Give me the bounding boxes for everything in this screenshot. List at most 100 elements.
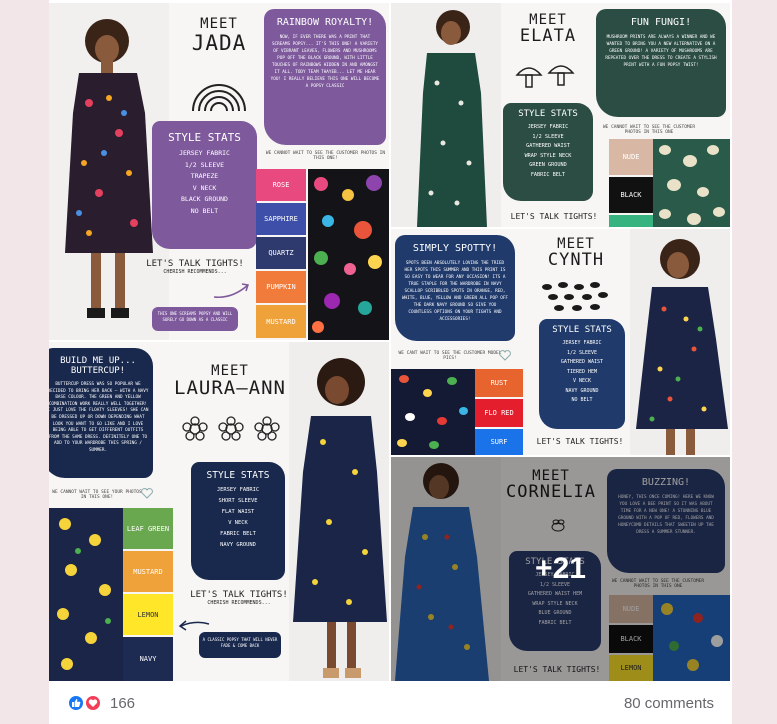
stat-line: TRAPEZE [190, 172, 219, 180]
rainbow-icon [192, 84, 246, 112]
spots-icon [542, 282, 608, 311]
swatch-navy: NAVY [123, 637, 173, 681]
description-panel-jada: RAINBOW ROYALTY! NOW, IF EVER THERE WAS … [264, 9, 386, 145]
reactions-bar: 166 80 comments [49, 681, 732, 724]
fabric-sample-cynth [391, 369, 475, 455]
panel-title: RAINBOW ROYALTY! [276, 17, 374, 28]
mushroom-icon [515, 65, 575, 88]
meet-heading-jada: MEET JADA [169, 17, 269, 54]
photo-tile-laura-ann[interactable]: BUILD ME UP... BUTTERCUP! BUTTERCUP DRES… [49, 342, 389, 681]
stat-line: BLACK GROUND [181, 195, 228, 203]
panel-body: NOW, IF EVER THERE WAS A PRINT THAT SCRE… [270, 35, 380, 89]
stat-line: SHORT SLEEVE [218, 498, 258, 504]
love-reaction-icon[interactable] [84, 694, 102, 712]
model-name: ELATA [519, 25, 577, 46]
description-panel-elata: FUN FUNGI! MUSHROOM PRINTS ARE ALWAYS A … [596, 9, 726, 117]
thumbs-up-icon [72, 699, 81, 707]
comments-count-link[interactable]: 80 comments [624, 695, 714, 712]
tights-note-jada: THIS ONE SCREAMS POPSY AND WILL SURELY G… [152, 307, 238, 331]
customer-caption: WE CANNOT WAIT TO SEE THE CUSTOMER PHOTO… [602, 125, 696, 135]
swatch-surf: SURF [475, 429, 523, 455]
stat-line: GATHERED WAIST [560, 359, 604, 365]
customer-caption: WE CANNOT WAIT TO SEE YOUR PHOTOS IN THI… [52, 490, 142, 500]
customer-caption: WE CANT WAIT TO SEE THE CUSTOMER MODEL P… [398, 351, 502, 361]
panel-body: SPOTS BEEN ABSOLUTELY LOVING THE TRIED H… [401, 261, 509, 322]
swatch-lemon: LEMON [123, 594, 173, 635]
tights-title: LET'S TALK TIGHTS! [510, 212, 598, 221]
stat-line: 1/2 SLEEVE [532, 133, 564, 140]
photo-tile-elata[interactable]: MEET ELATA STYLE STATS JERSEY FABRIC 1/2… [391, 3, 730, 227]
stat-line: FABRIC BELT [530, 171, 566, 178]
stat-line: 1/2 SLEEVE [184, 160, 225, 169]
meet-heading-elata: MEET ELATA [503, 13, 593, 46]
model-name: CYNTH [547, 249, 605, 270]
tights-subtitle: CHERISH RECOMMENDS... [207, 600, 271, 606]
stat-line: FLAT WAIST [221, 509, 255, 515]
model-photo-elata [391, 3, 501, 227]
tights-heading-laura: LET'S TALK TIGHTS! CHERISH RECOMMENDS... [189, 590, 289, 606]
tights-title: LET'S TALK TIGHTS! [146, 259, 244, 269]
fabric-sample-jada [308, 169, 389, 340]
stat-line: JERSEY FABRIC [216, 487, 260, 493]
more-photos-count[interactable]: +21 [391, 457, 730, 681]
meet-heading-cynth: MEET CYNTH [531, 237, 621, 270]
panel-title: BUILD ME UP... BUTTERCUP! [60, 356, 136, 376]
style-stats-laura: STYLE STATS JERSEY FABRIC SHORT SLEEVE F… [191, 462, 285, 580]
stat-line: JERSEY FABRIC [562, 340, 602, 346]
stat-line: V NECK [572, 378, 592, 384]
swatch-rust: RUST [475, 369, 523, 397]
swatch-green [609, 215, 653, 227]
model-photo-jada [49, 3, 169, 340]
flowers-icon [182, 416, 280, 441]
fabric-sample-laura [49, 508, 123, 681]
model-photo-laura [289, 342, 389, 681]
style-stats-title: STYLE STATS [168, 131, 241, 144]
style-stats-cynth: STYLE STATS JERSEY FABRIC 1/2 SLEEVE GAT… [539, 319, 625, 429]
stat-line: WRAP STYLE NECK [524, 152, 572, 159]
photo-tile-jada[interactable]: MEET JADA STYLE STATS JERSEY FABRIC 1/2 … [49, 3, 389, 340]
tights-heading-jada: LET'S TALK TIGHTS! CHERISH RECOMMENDS... [145, 259, 245, 275]
heart-outline-icon [499, 350, 511, 361]
arrow-icon [178, 620, 210, 631]
description-panel-cynth: SIMPLY SPOTTY! SPOTS BEEN ABSOLUTELY LOV… [395, 235, 515, 341]
meet-label: MEET [200, 16, 238, 32]
photo-tile-cornelia-more[interactable]: MEET CORNELIA STYLE STATS JERSEY FABRIC … [391, 457, 730, 681]
customer-caption: WE CANNOT WAIT TO SEE THE CUSTOMER PHOTO… [265, 151, 386, 161]
model-name: LAURA—ANN [174, 376, 286, 399]
swatch-rose: ROSE [256, 169, 306, 201]
model-name: JADA [191, 30, 247, 55]
panel-body: BUTTERCUP DRESS WAS SO POPULAR WE DECIDE… [49, 382, 149, 453]
stat-line: FABRIC BELT [220, 531, 256, 537]
swatch-mustard: MUSTARD [256, 305, 306, 338]
swatch-flo-red: FLO RED [475, 399, 523, 427]
swatch-mustard: MUSTARD [123, 551, 173, 592]
tights-note-laura: A CLASSIC POPSY THAT WILL NEVER FADE & C… [199, 632, 281, 658]
stat-line: GATHERED WAIST [526, 143, 570, 149]
panel-body: MUSHROOM PRINTS ARE ALWAYS A WINNER AND … [605, 35, 717, 68]
swatch-leaf-green: LEAF GREEN [123, 508, 173, 549]
like-reaction-icon[interactable] [67, 694, 85, 712]
style-stats-title: STYLE STATS [552, 325, 612, 335]
arrow-icon [213, 283, 249, 298]
tights-subtitle: CHERISH RECOMMENDS... [163, 269, 227, 275]
stat-line: NO BELT [571, 397, 593, 403]
swatch-pumpkin: PUMPKIN [256, 271, 306, 303]
tights-title: LET'S TALK TIGHTS! [536, 437, 624, 446]
swatch-black: BLACK [609, 177, 653, 213]
stat-line: V NECK [192, 183, 217, 192]
heart-icon [88, 699, 98, 707]
style-stats-title: STYLE STATS [518, 109, 578, 119]
photo-tile-cynth[interactable]: SIMPLY SPOTTY! SPOTS BEEN ABSOLUTELY LOV… [391, 229, 730, 455]
stat-line: V NECK [228, 520, 248, 526]
stat-line: JERSEY FABRIC [527, 124, 569, 130]
stat-line: JERSEY FABRIC [179, 149, 230, 157]
style-stats-jada: STYLE STATS JERSEY FABRIC 1/2 SLEEVE TRA… [152, 121, 257, 249]
heart-outline-icon [141, 488, 153, 499]
panel-title: SIMPLY SPOTTY! [412, 243, 498, 254]
stat-line: GREEN GROUND [529, 162, 567, 168]
stat-line: 1/2 SLEEVE [566, 349, 598, 356]
stat-line: NO BELT [190, 206, 219, 215]
tights-title: LET'S TALK TIGHTS! [190, 590, 288, 600]
tights-note: A CLASSIC POPSY THAT WILL NEVER FADE & C… [202, 637, 278, 648]
reaction-count[interactable]: 166 [110, 695, 135, 712]
